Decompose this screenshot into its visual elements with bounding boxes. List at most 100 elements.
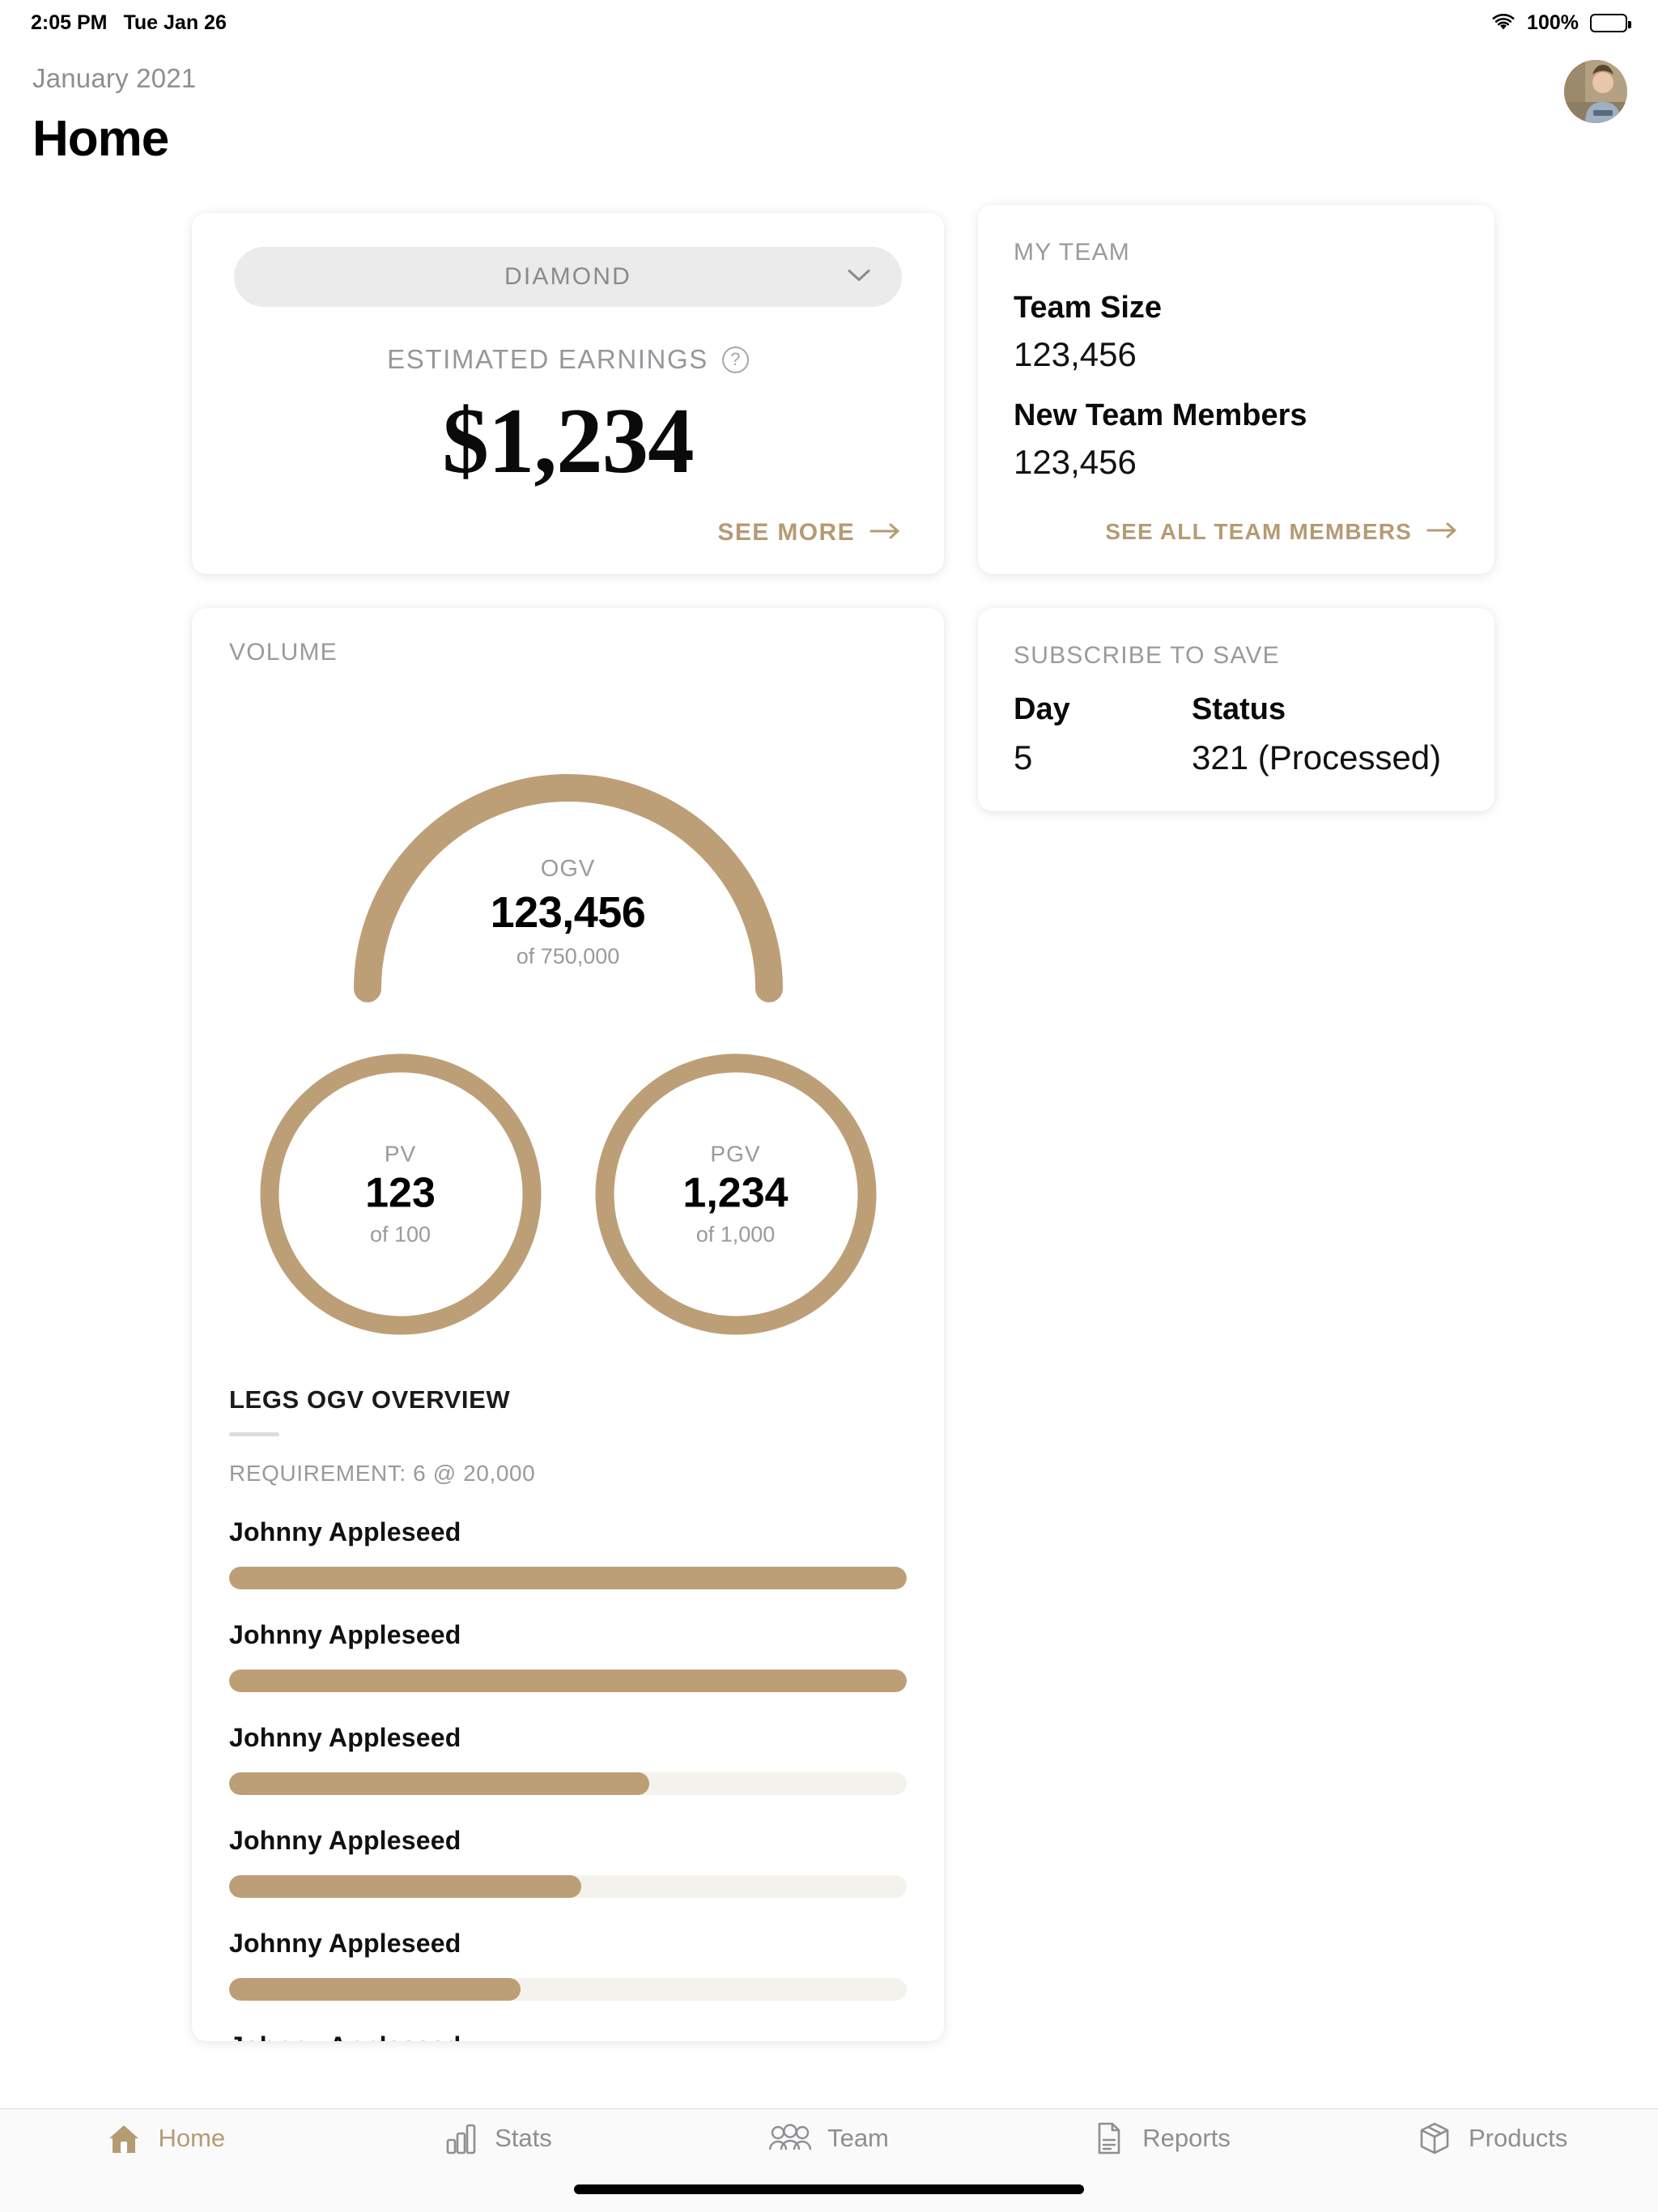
rank-select[interactable]: DIAMOND [234, 247, 902, 307]
status-column-header: Status [1192, 692, 1286, 726]
ogv-gauge: OGV 123,456 of 750,000 [229, 681, 907, 1029]
team-size-label: Team Size [1014, 291, 1163, 325]
status-bar-right: 100% [1491, 11, 1631, 35]
tab-home-label: Home [158, 2124, 226, 2152]
my-team-kicker: MY TEAM [1014, 239, 1130, 266]
pv-value: 123 [365, 1169, 436, 1217]
pv-label: PV [384, 1141, 417, 1167]
leg-progress-fill [229, 1875, 582, 1898]
chevron-down-icon [847, 268, 871, 287]
legs-divider [229, 1432, 279, 1436]
tab-team[interactable]: Team [663, 2121, 995, 2156]
subscribe-to-save-table: Day Status 5 321 (Processed) [1014, 692, 1459, 777]
avatar[interactable] [1564, 60, 1627, 123]
leg-row[interactable]: Johnny Appleseed [229, 1517, 907, 1589]
leg-progress-fill [229, 1567, 907, 1589]
home-indicator [574, 2184, 1084, 2194]
app-screen: 2:05 PM Tue Jan 26 100% January 2021 Hom… [0, 0, 1658, 2212]
tab-bar: Home Stats Team Reports Products [0, 2108, 1658, 2212]
box-icon [1417, 2121, 1452, 2156]
leg-progress-fill [229, 1978, 521, 2001]
pgv-value: 1,234 [682, 1169, 789, 1217]
volume-kicker: VOLUME [229, 639, 338, 666]
estimated-earnings-label: ESTIMATED EARNINGS [387, 344, 708, 374]
tab-stats-label: Stats [495, 2124, 552, 2152]
leg-progress-fill [229, 1670, 907, 1692]
arrow-right-icon [869, 519, 902, 547]
leg-row[interactable]: Johnny Appleseed [229, 1620, 907, 1692]
leg-progress-track [229, 1670, 907, 1692]
status-time: 2:05 PM [31, 11, 108, 34]
estimated-earnings-card: DIAMOND ESTIMATED EARNINGS ? $1,234 SEE … [192, 213, 944, 574]
month-label: January 2021 [32, 63, 197, 93]
see-more-label: SEE MORE [717, 519, 855, 546]
leg-name: Johnny Appleseed [229, 1826, 461, 1855]
pv-ring: PV 123 of 100 [255, 1049, 546, 1340]
question-mark-glyph: ? [730, 349, 741, 369]
pgv-max: of 1,000 [695, 1222, 776, 1247]
leg-row[interactable]: Johnny Appleseed [229, 1723, 907, 1795]
leg-row[interactable]: Johnny Appleseed [229, 1929, 907, 2001]
question-mark-icon[interactable]: ? [721, 346, 749, 373]
ogv-gauge-center: OGV 123,456 of 750,000 [229, 856, 907, 969]
page-title: Home [32, 111, 169, 167]
ogv-max: of 750,000 [516, 944, 620, 968]
wifi-icon [1491, 14, 1516, 32]
bar-chart-icon [443, 2121, 478, 2156]
see-more-button[interactable]: SEE MORE [234, 519, 902, 547]
tab-products-label: Products [1469, 2124, 1568, 2152]
leg-name: Johnny Appleseed [229, 1517, 461, 1546]
status-value: 321 (Processed) [1192, 738, 1442, 776]
see-all-team-members-label: SEE ALL TEAM MEMBERS [1105, 519, 1412, 544]
estimated-earnings-label-row: ESTIMATED EARNINGS ? [234, 344, 902, 375]
new-team-members-value: 123,456 [1014, 443, 1137, 481]
legs-requirement: REQUIREMENT: 6 @ 20,000 [229, 1461, 536, 1486]
team-size-value: 123,456 [1014, 335, 1137, 373]
battery-percent: 100% [1527, 11, 1579, 34]
leg-name: Johnny Appleseed [229, 2031, 907, 2041]
home-icon [106, 2121, 142, 2156]
page-header: January 2021 Home [0, 45, 1658, 207]
estimated-earnings-value: $1,234 [442, 389, 694, 492]
ogv-label: OGV [540, 856, 596, 882]
tab-reports[interactable]: Reports [995, 2121, 1327, 2156]
my-team-card: MY TEAM Team Size 123,456 New Team Membe… [978, 205, 1494, 574]
status-date: Tue Jan 26 [123, 11, 227, 34]
tab-team-label: Team [827, 2124, 889, 2152]
pgv-label: PGV [710, 1141, 761, 1167]
new-team-members-label: New Team Members [1014, 398, 1307, 432]
status-bar: 2:05 PM Tue Jan 26 100% [0, 0, 1658, 45]
leg-name: Johnny Appleseed [229, 1723, 461, 1752]
tab-reports-label: Reports [1142, 2124, 1231, 2152]
pv-max: of 100 [369, 1222, 432, 1247]
pv-pgv-rings: PV 123 of 100 PGV 1,234 of 1,000 [229, 1049, 907, 1340]
people-icon [769, 2121, 812, 2156]
rank-select-label: DIAMOND [504, 263, 632, 290]
leg-row[interactable]: Johnny Appleseed [229, 1826, 907, 1898]
leg-row[interactable]: Johnny Appleseed [229, 2031, 907, 2041]
volume-card: VOLUME OGV 123,456 of 750,000 PV 123 of … [192, 608, 944, 2041]
subscribe-to-save-card: SUBSCRIBE TO SAVE Day Status 5 321 (Proc… [978, 608, 1494, 811]
see-all-team-members-button[interactable]: SEE ALL TEAM MEMBERS [1014, 519, 1459, 545]
battery-icon [1590, 13, 1631, 32]
legs-ogv-title: LEGS OGV OVERVIEW [229, 1385, 511, 1414]
leg-name: Johnny Appleseed [229, 1929, 461, 1958]
right-column: MY TEAM Team Size 123,456 New Team Membe… [978, 205, 1494, 811]
pv-ring-center: PV 123 of 100 [255, 1142, 546, 1248]
tab-home[interactable]: Home [0, 2121, 332, 2156]
day-column-header: Day [1014, 692, 1070, 726]
left-column: DIAMOND ESTIMATED EARNINGS ? $1,234 SEE … [192, 213, 944, 2041]
pgv-ring: PGV 1,234 of 1,000 [590, 1049, 882, 1340]
tab-stats[interactable]: Stats [332, 2121, 664, 2156]
tab-products[interactable]: Products [1326, 2121, 1658, 2156]
document-icon [1090, 2121, 1126, 2156]
leg-progress-track [229, 1567, 907, 1589]
leg-progress-track [229, 1875, 907, 1898]
leg-progress-track [229, 1772, 907, 1795]
pgv-ring-center: PGV 1,234 of 1,000 [590, 1142, 882, 1248]
subscribe-to-save-kicker: SUBSCRIBE TO SAVE [1014, 642, 1280, 669]
status-bar-left: 2:05 PM Tue Jan 26 [31, 11, 227, 35]
day-value: 5 [1014, 738, 1033, 776]
arrow-right-icon [1426, 519, 1459, 545]
ogv-value: 123,456 [490, 888, 646, 937]
